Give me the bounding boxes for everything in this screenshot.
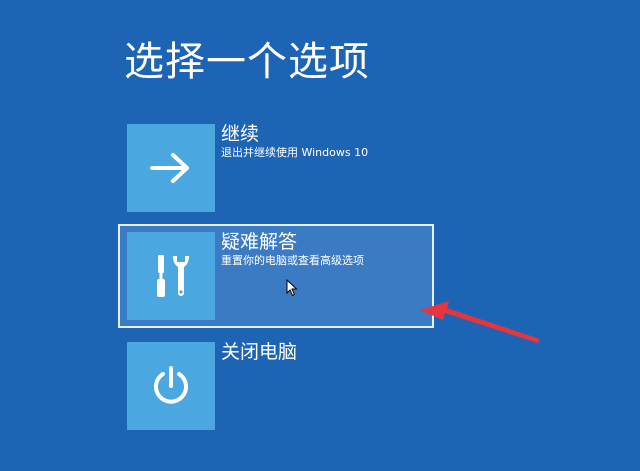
- recovery-screen: 选择一个选项 继续 退出并继续使用 Windows 10 疑难解答 重置你的电脑…: [0, 0, 640, 471]
- annotation-arrow: [420, 301, 540, 343]
